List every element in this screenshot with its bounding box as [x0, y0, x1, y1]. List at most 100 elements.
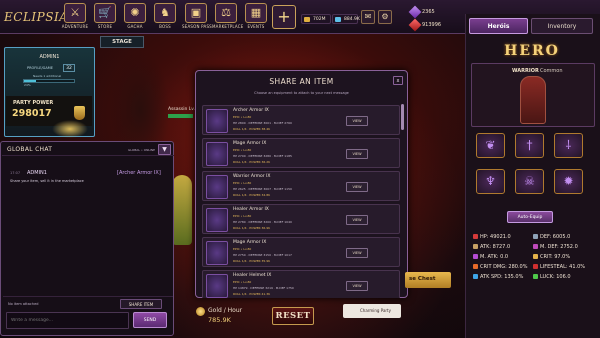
nav-season-pass-button[interactable]: ▣ SEASON PASS	[182, 3, 212, 33]
armor-icon	[206, 142, 228, 166]
chat-channel: GLOBAL • ONLINE	[128, 148, 156, 152]
stage-button[interactable]: STAGE	[100, 36, 144, 48]
stat-value: HP: 49021.0	[480, 234, 511, 240]
add-button[interactable]: +	[272, 5, 296, 29]
share-item-button[interactable]: SHARE ITEM	[120, 299, 162, 309]
tab-heroes[interactable]: Heróis	[469, 18, 528, 34]
equipment-slot[interactable]: †	[515, 133, 544, 158]
modal-scrollbar[interactable]	[401, 104, 404, 130]
item-card[interactable]: Healer Helmet IX EPIC • Lv.80 HP 14879 · D…	[202, 270, 400, 298]
scales-icon: ⚖	[215, 3, 237, 23]
reset-button[interactable]: RESET	[272, 307, 314, 325]
chat-collapse-button[interactable]: ▼	[158, 144, 171, 155]
item-name: Healer Helmet IX	[233, 273, 272, 278]
equipment-slot[interactable]: ❦	[476, 133, 505, 158]
armor-icon	[206, 109, 228, 133]
item-stats: HP 2780 · DEFENSE 3200 · M.DEF 1040	[233, 220, 292, 224]
stat-row: M. DEF: 2752.0	[533, 243, 578, 252]
stat-value: M. DEF: 2752.0	[540, 244, 578, 250]
xp-bar-fill	[24, 80, 36, 82]
attachment-status: No item attached	[8, 302, 39, 306]
nav-gacha-button[interactable]: ✺ GACHA	[121, 3, 149, 33]
nav-events-button[interactable]: ▦ EVENTS	[242, 3, 270, 33]
item-card[interactable]: Healer Armor IX EPIC • Lv.80 HP 2780 · DEF…	[202, 204, 400, 234]
hero-rarity: Common	[540, 68, 563, 74]
view-item-button[interactable]: VIEW	[346, 215, 368, 225]
message-user[interactable]: ADMIN1	[27, 170, 47, 176]
close-icon: x	[396, 78, 400, 84]
item-rarity: EPIC • Lv.80	[233, 181, 252, 185]
item-card[interactable]: Warrior Armor IX EPIC • Lv.80 HP 2625 · DE…	[202, 171, 400, 201]
chest-button[interactable]: se Chest	[405, 272, 451, 288]
skull-icon: ☠	[524, 174, 535, 188]
nav-boss-button[interactable]: ♞ BOSS	[151, 3, 179, 33]
equipment-slot[interactable]: ⸸	[554, 133, 583, 158]
item-name: Warrior Armor IX	[233, 174, 271, 179]
profile-level: 32	[63, 64, 75, 72]
chat-input[interactable]	[6, 312, 129, 329]
chat-divider	[3, 296, 173, 297]
message-item-link[interactable]: [Archer Armor IX]	[117, 170, 161, 176]
item-name: Healer Armor IX	[233, 207, 269, 212]
item-roll: ROLL 1/4 · POWER 35.9K	[233, 259, 271, 263]
stat-value: ATK SPD: 135.0%	[480, 274, 524, 280]
view-item-button[interactable]: VIEW	[346, 116, 368, 126]
equipment-slot[interactable]: ☠	[515, 169, 544, 194]
party-power-label: PARTY POWER	[13, 100, 54, 106]
mail-button[interactable]: ✉	[361, 10, 375, 24]
stat-value: ATK: 8727.0	[480, 244, 511, 250]
item-card[interactable]: Mage Armor IX EPIC • Lv.80 HP 2700 · DEFEN…	[202, 138, 400, 168]
enemy-hp-bar	[168, 114, 193, 118]
flame-icon: ✹	[563, 174, 574, 188]
gold-amount: 702M	[313, 17, 326, 22]
feather-icon: ❦	[485, 138, 496, 152]
sword-icon	[473, 243, 478, 249]
party-button[interactable]: Charming Party	[343, 304, 401, 318]
equipment-slot[interactable]: ♆	[476, 169, 505, 194]
view-item-button[interactable]: VIEW	[346, 149, 368, 159]
equipment-slot[interactable]: ✹	[554, 169, 583, 194]
shopping-cart-icon: 🛒	[94, 3, 116, 23]
item-rarity: EPIC • Lv.80	[233, 115, 252, 119]
item-rarity: EPIC • Lv.80	[233, 214, 252, 218]
nav-adventure-button[interactable]: ⚔ ADVENTURE	[61, 3, 89, 33]
game-logo: ECLIPSIA	[4, 10, 69, 24]
xp-percent: 24%	[24, 83, 31, 87]
modal-close-button[interactable]: x	[393, 76, 403, 85]
armor-icon	[206, 208, 228, 232]
nav-label: GACHA	[127, 24, 143, 29]
item-name: Mage Armor IX	[233, 240, 267, 245]
drop-icon	[533, 263, 538, 269]
tab-inventory[interactable]: Inventory	[531, 18, 593, 34]
item-roll: ROLL 1/4 · POWER 36.2K	[233, 160, 271, 164]
stat-row: ATK SPD: 135.0%	[473, 273, 523, 282]
send-button[interactable]: SEND	[133, 312, 167, 328]
trophy-icon	[74, 106, 85, 120]
message-time: 17:07	[10, 171, 21, 175]
global-chat-panel: GLOBAL CHAT GLOBAL • ONLINE ▼ 17:07 ADMI…	[0, 141, 174, 336]
nav-marketplace-button[interactable]: ⚖ MARKETPLACE	[212, 3, 243, 33]
nav-store-button[interactable]: 🛒 STORE	[91, 3, 119, 33]
party-power-value: 298017	[12, 108, 52, 119]
item-list: Archer Armor IX EPIC • Lv.80 HP 2800 · DEF…	[196, 102, 407, 298]
share-item-modal: SHARE AN ITEM x Choose an equipment to a…	[195, 70, 408, 298]
heart-icon	[473, 233, 478, 239]
item-card[interactable]: Archer Armor IX EPIC • Lv.80 HP 2800 · DEF…	[202, 105, 400, 135]
stat-value: M. ATK: 0.0	[480, 254, 509, 260]
auto-equip-button[interactable]: Auto-Equip	[507, 211, 553, 223]
view-item-button[interactable]: VIEW	[346, 248, 368, 258]
view-item-button[interactable]: VIEW	[346, 281, 368, 291]
nav-label: STORE	[97, 24, 113, 29]
profile-avatar-glow	[52, 120, 88, 138]
gold-rate-label: Gold / Hour	[208, 307, 243, 314]
item-roll: ROLL 1/4 · POWER 38.4K	[233, 127, 271, 131]
gold-rate-box: Gold / Hour 785.9K	[196, 304, 264, 326]
item-stats: HP 2625 · DEFENSE 3007 · M.DEF 1150	[233, 187, 292, 191]
settings-button[interactable]: ⚙	[378, 10, 392, 24]
view-item-button[interactable]: VIEW	[346, 182, 368, 192]
hero-portrait-frame: WARRIOR Common	[471, 63, 595, 127]
chat-title: GLOBAL CHAT	[7, 146, 53, 153]
nav-label: BOSS	[159, 24, 171, 29]
item-card[interactable]: Mage Armor IX EPIC • Lv.80 HP 2750 · DEFEN…	[202, 237, 400, 267]
shield-icon	[533, 233, 538, 239]
